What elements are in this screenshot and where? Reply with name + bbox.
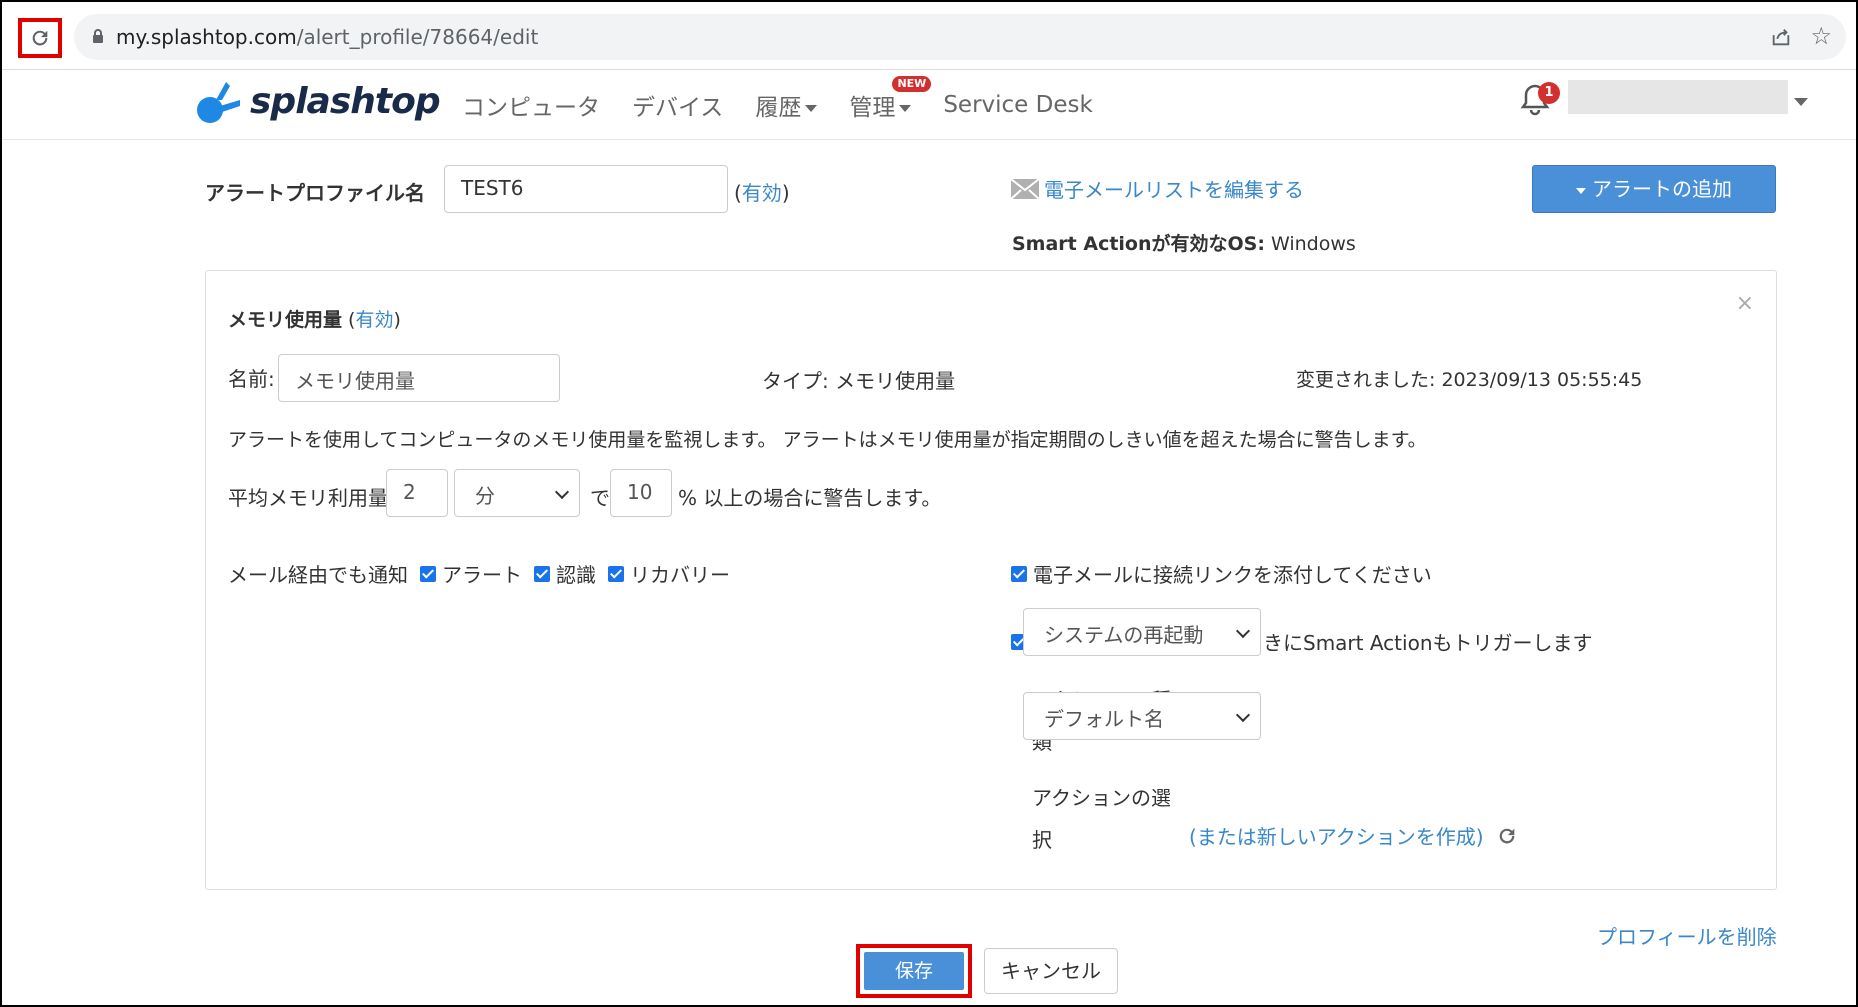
browser-toolbar: my.splashtop.com/alert_profile/78664/edi… [2,2,1856,70]
notify-ack-label: 認識 [556,563,596,587]
address-bar[interactable]: my.splashtop.com/alert_profile/78664/edi… [74,14,1846,60]
bookmark-star-icon[interactable]: ☆ [1810,24,1832,48]
smart-action-os-label: Smart Actionが有効なOS: [1012,233,1265,255]
duration-unit-select[interactable]: 分 [454,469,580,517]
app-navbar: splashtop コンピュータ デバイス 履歴 管理 NEW Service D… [2,70,1856,140]
envelope-icon [1010,177,1040,200]
lock-icon [93,29,103,43]
profile-name-input[interactable]: TEST6 [444,165,728,213]
paren-open: ( [734,181,742,205]
alert-title-text: メモリ使用量 [228,309,343,331]
duration-input[interactable]: 2 [386,469,448,517]
chevron-down-icon [554,484,570,500]
threshold-label-after: % 以上の場合に警告します。 [678,486,942,510]
threshold-label-mid: で [590,486,610,510]
user-account-menu[interactable] [1568,80,1788,114]
notify-alert-label: アラート [442,563,522,587]
email-notify-row: メール経由でも通知 アラート 認識 リカバリー [228,559,730,588]
logo-wordmark: splashtop [250,80,441,122]
alert-status-link[interactable]: 有効 [355,309,393,331]
email-notify-label: メール経由でも通知 [228,563,408,587]
profile-status: (有効) [734,177,790,206]
duration-unit-value: 分 [475,484,495,508]
notification-count-badge: 1 [1538,82,1560,104]
attach-link-row: 電子メールに接続リンクを添付してください [1011,559,1432,588]
alert-title: メモリ使用量 (有効) [228,309,401,331]
nav-menu: コンピュータ デバイス 履歴 管理 NEW Service Desk [462,76,1125,122]
reload-icon [32,30,48,46]
alert-name-input[interactable]: メモリ使用量 [278,354,560,402]
attach-link-checkbox[interactable] [1011,565,1027,582]
paren-close: ) [781,181,790,205]
nav-item-management-label: 管理 [849,95,896,121]
url-text: my.splashtop.com/alert_profile/78664/edi… [116,25,538,49]
action-select[interactable]: デフォルト名 [1023,692,1261,740]
edit-email-list-label: 電子メールリストを編集する [1044,178,1304,202]
reload-button[interactable] [18,18,62,58]
create-action-label: (または新しいアクションを作成) [1189,825,1484,849]
splashtop-logo-icon [197,82,240,123]
splashtop-logo[interactable]: splashtop [194,76,441,126]
smart-action-os-value: Windows [1264,233,1356,255]
smart-action-os: Smart Actionが有効なOS: Windows [1012,229,1356,256]
create-action-link[interactable]: (または新しいアクションを作成) [1189,821,1518,850]
chevron-down-icon [899,105,912,112]
notify-alert-checkbox[interactable] [420,565,436,582]
url-host: my.splashtop.com [116,25,297,49]
profile-status-link[interactable]: 有効 [742,181,782,205]
add-alert-button[interactable]: アラートの追加 [1532,165,1776,213]
cancel-button[interactable]: キャンセル [984,948,1118,994]
alert-type: タイプ: メモリ使用量 [762,369,956,393]
chevron-down-icon [1235,707,1251,723]
chevron-down-icon[interactable] [1794,98,1808,106]
action-type-select[interactable]: システムの再起動 [1023,608,1261,656]
action-select-value: デフォルト名 [1044,707,1164,731]
profile-name-label: アラートプロファイル名 [205,181,425,205]
action-select-label: アクションの選択 [1032,786,1171,852]
nav-item-history[interactable]: 履歴 [755,88,818,122]
notify-ack-checkbox[interactable] [534,565,550,582]
memory-alert-panel: × メモリ使用量 (有効) 名前: メモリ使用量 タイプ: メモリ使用量 変更さ… [205,270,1777,890]
refresh-icon[interactable] [1496,825,1518,847]
percent-input[interactable]: 10 [610,469,672,517]
threshold-row: 平均メモリ利用量が 2 分 で 10 % 以上の場合に警告します。 [228,469,1128,517]
attach-link-label: 電子メールに接続リンクを添付してください [1033,563,1432,587]
chevron-down-icon [805,105,818,112]
add-alert-label: アラートの追加 [1592,177,1732,201]
alert-description: アラートを使用してコンピュータのメモリ使用量を監視します。 アラートはメモリ使用… [228,429,1427,451]
nav-item-devices[interactable]: デバイス [632,88,723,122]
threshold-label-before: 平均メモリ利用量が [228,486,408,510]
nav-item-history-label: 履歴 [755,95,802,121]
nav-item-service-desk[interactable]: Service Desk [943,92,1092,118]
delete-profile-link[interactable]: プロフィールを削除 [1597,921,1777,950]
nav-item-computers[interactable]: コンピュータ [462,88,600,122]
alert-name-label: 名前: [228,367,275,391]
new-badge: NEW [892,76,932,92]
alert-modified: 変更されました: 2023/09/13 05:55:45 [1296,369,1643,391]
save-button[interactable]: 保存 [864,952,964,990]
edit-email-list-link[interactable]: 電子メールリストを編集する [1010,174,1304,203]
action-type-value: システムの再起動 [1044,623,1204,647]
chevron-down-icon [1235,623,1251,639]
share-icon[interactable] [1770,26,1792,48]
notify-recovery-checkbox[interactable] [608,565,624,582]
notify-recovery-label: リカバリー [630,563,730,587]
url-path: /alert_profile/78664/edit [296,25,539,49]
caret-down-icon [1576,187,1586,194]
close-icon[interactable]: × [1736,293,1754,315]
nav-item-management[interactable]: 管理 NEW [849,76,932,122]
